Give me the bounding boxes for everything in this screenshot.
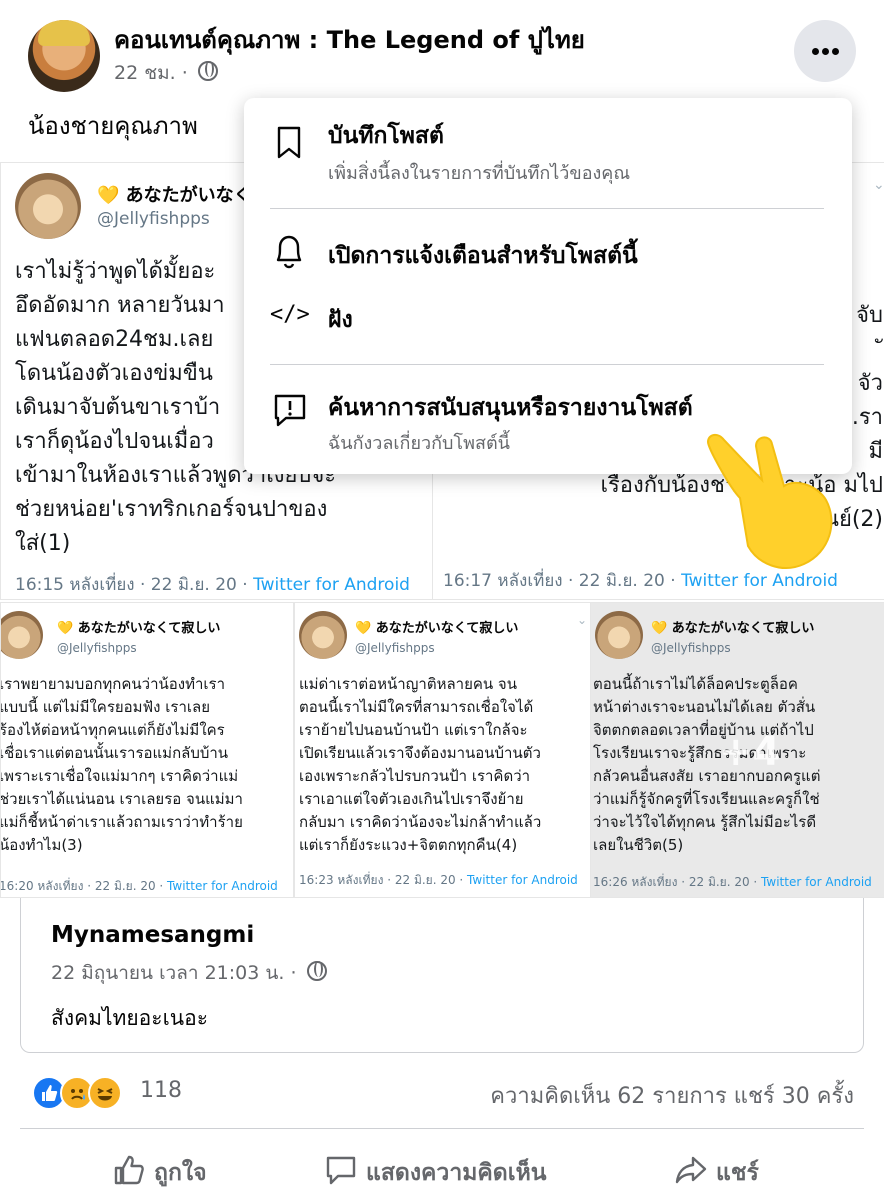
comment-button[interactable]: แสดงความคิดเห็น bbox=[324, 1154, 547, 1191]
menu-item-title: เปิดการแจ้งเตือนสำหรับโพสต์นี้ bbox=[328, 243, 638, 269]
action-divider bbox=[20, 1128, 864, 1129]
comment-share-stats[interactable]: ความคิดเห็น 62 รายการ แชร์ 30 ครั้ง bbox=[490, 1078, 854, 1113]
more-dot-icon bbox=[812, 48, 819, 55]
more-dot-icon bbox=[832, 48, 839, 55]
comment-icon bbox=[326, 1156, 356, 1185]
share-arrow-icon bbox=[675, 1156, 707, 1184]
thumbs-up-icon bbox=[114, 1155, 144, 1185]
page-name[interactable]: คอนเทนต์คุณภาพ : The Legend of ปูไทย bbox=[114, 20, 585, 59]
tweet-time: 16:17 หลังเที่ยง · 22 มิ.ย. 20 · bbox=[443, 571, 682, 591]
more-dot-icon bbox=[822, 48, 829, 55]
tweet-avatar bbox=[595, 611, 643, 659]
more-photos-count[interactable]: +4 bbox=[719, 729, 780, 775]
tweet-time: 16:26 หลังเที่ยง · 22 มิ.ย. 20 · bbox=[593, 875, 762, 889]
tweet-handle: @Jellyfishpps bbox=[57, 641, 137, 655]
tweet-source: Twitter for Android bbox=[167, 879, 278, 893]
tweet-screenshot-4[interactable]: 💛 あなたがいなくて寂しい @Jellyfishpps ⌄ แม่ด่าเราต… bbox=[294, 602, 592, 898]
menu-item-embed[interactable]: </> ฝัง bbox=[244, 288, 852, 348]
reaction-count[interactable]: 118 bbox=[140, 1078, 182, 1103]
post-caption: น้องชายคุณภาพ bbox=[28, 112, 198, 140]
more-options-button[interactable] bbox=[794, 20, 856, 82]
tweet-handle: @Jellyfishpps bbox=[355, 641, 435, 655]
post-time[interactable]: 22 ชม. · bbox=[114, 62, 188, 84]
like-label: ถูกใจ bbox=[154, 1160, 207, 1186]
pointing-hand-icon bbox=[706, 434, 833, 569]
tweet-handle: @Jellyfishpps bbox=[651, 641, 731, 655]
tweet-source: Twitter for Android bbox=[467, 873, 578, 887]
comment-label: แสดงความคิดเห็น bbox=[366, 1160, 547, 1186]
tweet-time: 16:15 หลังเที่ยง · 22 มิ.ย. 20 · bbox=[15, 575, 254, 595]
haha-reaction-icon[interactable] bbox=[88, 1076, 122, 1110]
bell-icon bbox=[276, 235, 302, 269]
code-icon: </> bbox=[270, 302, 310, 327]
post-options-menu: บันทึกโพสต์ เพิ่มสิ่งนี้ลงในรายการที่บัน… bbox=[244, 98, 852, 474]
tweet-time: 16:20 หลังเที่ยง · 22 มิ.ย. 20 · bbox=[0, 879, 168, 893]
menu-item-title: ฝัง bbox=[328, 307, 353, 333]
tweet-source: Twitter for Android bbox=[761, 875, 872, 889]
tweet-footer: 16:15 หลังเที่ยง · 22 มิ.ย. 20 · Twitter… bbox=[15, 571, 410, 598]
menu-item-subtitle: ฉันกังวลเกี่ยวกับโพสต์นี้ bbox=[328, 433, 510, 454]
bookmark-icon bbox=[277, 126, 301, 159]
menu-item-subtitle: เพิ่มสิ่งนี้ลงในรายการที่บันทึกไว้ของคุณ bbox=[328, 163, 631, 184]
like-button[interactable]: ถูกใจ bbox=[112, 1154, 207, 1191]
post-meta: 22 ชม. · bbox=[114, 58, 218, 88]
comment-date-text[interactable]: 22 มิถุนายน เวลา 21:03 น. · bbox=[51, 962, 296, 984]
tweet-screenshot-5[interactable]: 💛 あなたがいなくて寂しい @Jellyfishpps ตอนนี้ถ้าเรา… bbox=[590, 602, 884, 898]
tweet-footer: 16:26 หลังเที่ยง · 22 มิ.ย. 20 · Twitter… bbox=[593, 873, 872, 892]
tweet-author-name: 💛 あなたがいなくて寂しい bbox=[651, 621, 815, 636]
tweet-avatar bbox=[15, 173, 81, 239]
tweet-author-name: 💛 あなたがいなくて寂しい bbox=[355, 621, 519, 636]
tweet-avatar bbox=[1, 611, 43, 659]
page-avatar[interactable] bbox=[28, 20, 100, 92]
tweet-avatar bbox=[299, 611, 347, 659]
chevron-down-icon[interactable]: ⌄ bbox=[577, 613, 587, 627]
tweet-time: 16:23 หลังเที่ยง · 22 มิ.ย. 20 · bbox=[299, 873, 468, 887]
comment-date: 22 มิถุนายน เวลา 21:03 น. · bbox=[51, 958, 327, 988]
tweet-body: แม่ด่าเราต่อหน้าญาติหลายคน จน ตอนนี้เราไ… bbox=[299, 675, 542, 854]
tweet-footer: 16:23 หลังเที่ยง · 22 มิ.ย. 20 · Twitter… bbox=[299, 871, 578, 890]
tweet-handle: @Jellyfishpps bbox=[97, 209, 210, 229]
menu-item-save-post[interactable]: บันทึกโพสต์ เพิ่มสิ่งนี้ลงในรายการที่บัน… bbox=[244, 98, 852, 206]
tweet-author-name: 💛 あなたがいなく bbox=[97, 185, 252, 206]
menu-item-title: ค้นหาการสนับสนุนหรือรายงานโพสต์ bbox=[328, 395, 693, 421]
menu-divider bbox=[270, 364, 824, 365]
laughing-face-icon bbox=[97, 1088, 113, 1101]
comment-author[interactable]: Mynamesangmi bbox=[51, 922, 254, 948]
shared-comment-card[interactable]: Mynamesangmi 22 มิถุนายน เวลา 21:03 น. ·… bbox=[20, 898, 864, 1053]
tweet-source: Twitter for Android bbox=[253, 575, 410, 595]
chevron-down-icon: ⌄ bbox=[873, 177, 884, 193]
globe-icon bbox=[306, 961, 327, 981]
tweet-footer: 16:20 หลังเที่ยง · 22 มิ.ย. 20 · Twitter… bbox=[0, 877, 278, 896]
menu-item-turn-on-notifications[interactable]: เปิดการแจ้งเตือนสำหรับโพสต์นี้ bbox=[244, 222, 852, 282]
tweet-screenshot-3[interactable]: 💛 あなたがいなくて寂しい @Jellyfishpps เราพยายามบอก… bbox=[0, 602, 294, 898]
menu-divider bbox=[270, 208, 824, 209]
globe-icon bbox=[197, 61, 218, 81]
tweet-author-name: 💛 あなたがいなくて寂しい bbox=[57, 621, 221, 636]
share-button[interactable]: แชร์ bbox=[674, 1154, 759, 1191]
report-icon bbox=[274, 394, 306, 427]
share-label: แชร์ bbox=[716, 1160, 759, 1186]
menu-item-title: บันทึกโพสต์ bbox=[328, 123, 444, 149]
comment-text: สังคมไทยอะเนอะ bbox=[51, 1006, 208, 1030]
tweet-body: เราพยายามบอกทุกคนว่าน้องทำเรา แบบนี้ แต่… bbox=[0, 675, 243, 854]
